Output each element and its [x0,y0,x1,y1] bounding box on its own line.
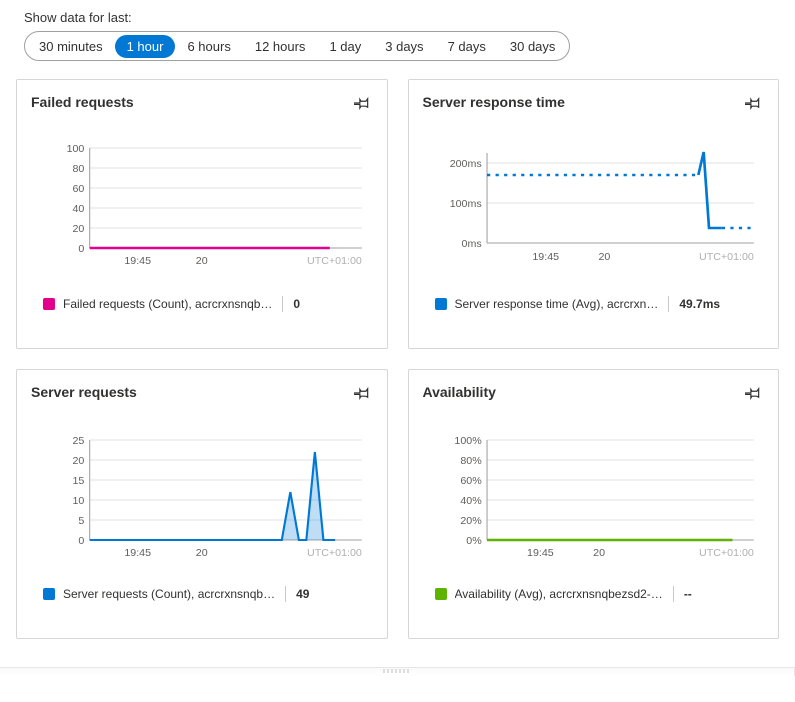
xtick: 19:45 [527,548,554,559]
card-title: Server response time [423,94,765,110]
ytick: 0% [466,536,481,547]
legend-swatch [435,588,447,600]
timezone-label: UTC+01:00 [307,548,362,559]
ytick: 80% [460,456,481,467]
ytick: 10 [72,496,84,507]
series-area [90,452,335,540]
ytick: 100ms [449,199,481,210]
legend-separator [282,296,283,312]
xtick: 20 [593,548,605,559]
xtick: 19:45 [124,548,151,559]
time-range-selector[interactable]: 30 minutes 1 hour 6 hours 12 hours 1 day… [24,31,570,61]
card-server-requests[interactable]: Server requests 2 [16,369,388,639]
chart-availability[interactable]: 100% 80% 60% 40% 20% 0% 19:45 20 UTC+01:… [423,418,765,568]
chart-server-response-time[interactable]: 200ms 100ms 0ms 19:45 20 UTC+01:00 [423,128,765,278]
card-server-response-time[interactable]: Server response time 200ms 100ms 0ms [408,79,780,349]
ytick: 100 [67,144,85,155]
legend-separator [668,296,669,312]
time-option-7days[interactable]: 7 days [436,35,498,58]
legend-swatch [43,588,55,600]
legend-value: 49 [296,587,309,601]
legend-swatch [435,298,447,310]
xtick: 19:45 [124,256,151,267]
card-title: Availability [423,384,765,400]
legend: Availability (Avg), acrcrxnsnqbezsd2-… -… [423,586,765,602]
ytick: 0 [78,536,84,547]
card-failed-requests[interactable]: Failed requests [16,79,388,349]
ytick: 60% [460,476,481,487]
xtick: 20 [598,252,610,263]
card-availability[interactable]: Availability 100% [408,369,780,639]
time-option-6hours[interactable]: 6 hours [175,35,242,58]
ytick: 25 [72,436,84,447]
legend: Server response time (Avg), acrcrxn… 49.… [423,296,765,312]
ytick: 80 [72,164,84,175]
resize-handle[interactable] [0,667,795,676]
ytick: 0 [78,244,84,255]
pin-icon[interactable] [742,382,764,404]
legend-swatch [43,298,55,310]
ytick: 40 [72,204,84,215]
pin-icon[interactable] [742,92,764,114]
legend-separator [285,586,286,602]
ytick: 60 [72,184,84,195]
legend: Server requests (Count), acrcrxnsnqb… 49 [31,586,373,602]
ytick: 20% [460,516,481,527]
time-option-30days[interactable]: 30 days [498,35,568,58]
time-option-3days[interactable]: 3 days [373,35,435,58]
xtick: 20 [196,548,208,559]
legend-value: -- [684,587,692,601]
legend-label: Failed requests (Count), acrcrxnsnqb… [63,297,272,311]
card-title: Server requests [31,384,373,400]
ytick: 20 [72,456,84,467]
chart-failed-requests[interactable]: 100 80 60 40 20 0 19:45 20 UTC+01:00 [31,128,373,278]
pin-icon[interactable] [351,382,373,404]
xtick: 20 [196,256,208,267]
legend: Failed requests (Count), acrcrxnsnqb… 0 [31,296,373,312]
time-range-prompt: Show data for last: [24,10,779,25]
card-title: Failed requests [31,94,373,110]
legend-value: 0 [293,297,300,311]
ytick: 40% [460,496,481,507]
chart-server-requests[interactable]: 25 20 15 10 5 0 19:45 20 UTC+01:00 [31,418,373,568]
legend-label: Server requests (Count), acrcrxnsnqb… [63,587,275,601]
ytick: 20 [72,224,84,235]
ytick: 15 [72,476,84,487]
timezone-label: UTC+01:00 [307,256,362,267]
time-option-12hours[interactable]: 12 hours [243,35,318,58]
ytick: 100% [454,436,481,447]
legend-value: 49.7ms [679,297,720,311]
time-option-30min[interactable]: 30 minutes [27,35,115,58]
time-option-1hour[interactable]: 1 hour [115,35,176,58]
ytick: 200ms [449,159,481,170]
xtick: 19:45 [532,252,559,263]
pin-icon[interactable] [351,92,373,114]
time-option-1day[interactable]: 1 day [317,35,373,58]
legend-separator [673,586,674,602]
timezone-label: UTC+01:00 [699,252,754,263]
legend-label: Server response time (Avg), acrcrxn… [455,297,659,311]
legend-label: Availability (Avg), acrcrxnsnqbezsd2-… [455,587,663,601]
ytick: 5 [78,516,84,527]
series-line [90,452,335,540]
ytick: 0ms [461,239,481,250]
timezone-label: UTC+01:00 [699,548,754,559]
